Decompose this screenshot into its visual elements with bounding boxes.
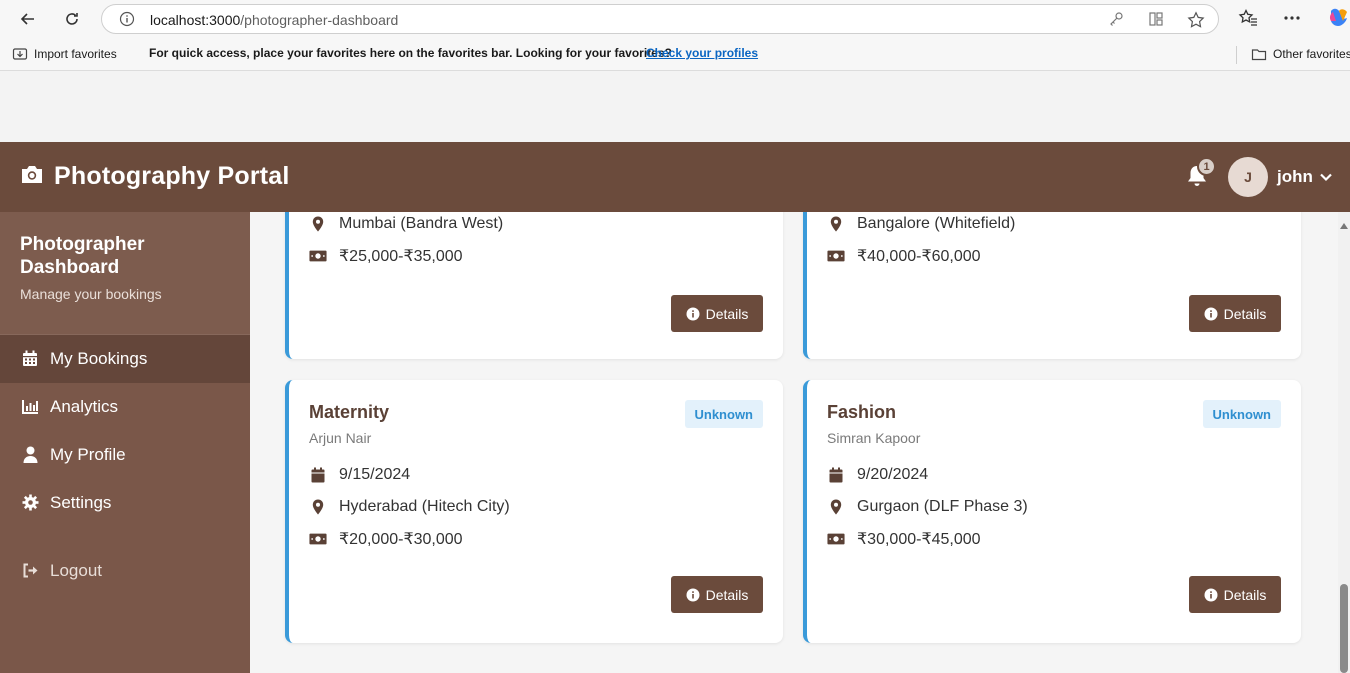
map-marker-icon	[309, 215, 327, 233]
money-bill-icon	[309, 247, 327, 265]
money-bill-icon	[827, 247, 845, 265]
sidebar-item-label: My Bookings	[50, 349, 148, 368]
sidebar-item-label: Analytics	[50, 397, 119, 416]
booking-location: Mumbai (Bandra West)	[309, 214, 503, 234]
booking-card: Bangalore (Whitefield) ₹40,000-₹60,000 D…	[803, 212, 1301, 359]
check-profiles-link[interactable]: Check your profiles	[646, 46, 758, 60]
map-marker-icon	[827, 498, 845, 516]
import-favorites-label: Import favorites	[34, 47, 117, 61]
sidebar-item-my-profile[interactable]: My Profile	[0, 431, 250, 479]
info-circle-icon	[686, 588, 700, 601]
booking-date: 9/15/2024	[309, 465, 410, 485]
booking-price: ₹30,000-₹45,000	[827, 529, 981, 549]
map-marker-icon	[827, 215, 845, 233]
booking-price: ₹25,000-₹35,000	[309, 246, 463, 266]
folder-icon	[1251, 49, 1267, 61]
star-icon[interactable]	[1187, 11, 1205, 34]
main-content: Mumbai (Bandra West) ₹25,000-₹35,000 Det…	[250, 212, 1338, 673]
info-circle-icon	[1204, 588, 1218, 601]
calendar-icon	[21, 349, 39, 367]
logout-button[interactable]: Logout	[0, 547, 250, 595]
scroll-thumb[interactable]	[1340, 584, 1348, 673]
sidebar-header: Photographer Dashboard Manage your booki…	[0, 212, 250, 335]
details-button[interactable]: Details	[671, 295, 763, 332]
chevron-down-icon[interactable]	[1319, 170, 1333, 189]
money-bill-icon	[827, 530, 845, 548]
favorites-list-icon[interactable]	[1238, 8, 1258, 33]
camera-icon	[20, 163, 44, 190]
back-arrow-icon	[20, 13, 34, 25]
avatar[interactable]: J	[1228, 157, 1268, 197]
logout-icon	[21, 561, 39, 579]
booking-location: Bangalore (Whitefield)	[827, 214, 1015, 234]
status-badge: Unknown	[684, 400, 763, 428]
import-favorites-button[interactable]: Import favorites	[12, 46, 117, 62]
browser-toolbar: localhost:3000/photographer-dashboard	[0, 0, 1350, 38]
calendar-icon	[309, 466, 327, 484]
booking-client: Arjun Nair	[309, 430, 372, 446]
refresh-button[interactable]	[58, 5, 86, 33]
logout-label: Logout	[50, 561, 102, 580]
other-favorites-label: Other favorites	[1273, 47, 1350, 61]
booking-price: ₹20,000-₹30,000	[309, 529, 463, 549]
import-icon	[12, 48, 28, 60]
booking-card: Fashion Simran Kapoor Unknown 9/20/2024 …	[803, 380, 1301, 643]
app-title: Photography Portal	[54, 162, 290, 190]
booking-price: ₹40,000-₹60,000	[827, 246, 981, 266]
sidebar-item-my-bookings[interactable]: My Bookings	[0, 335, 250, 383]
booking-client: Simran Kapoor	[827, 430, 921, 446]
scroll-up-arrow-icon[interactable]	[1340, 216, 1348, 234]
chart-bar-icon	[21, 397, 39, 415]
sidebar: Photographer Dashboard Manage your booki…	[0, 212, 250, 673]
back-button[interactable]	[14, 5, 42, 33]
key-icon[interactable]	[1108, 11, 1124, 32]
notification-badge: 1	[1197, 157, 1216, 176]
user-icon	[21, 445, 39, 463]
booking-card: Mumbai (Bandra West) ₹25,000-₹35,000 Det…	[285, 212, 783, 359]
scrollbar[interactable]	[1338, 212, 1350, 673]
apps-icon[interactable]	[1148, 11, 1164, 32]
gear-icon	[21, 493, 39, 511]
brand[interactable]: Photography Portal	[20, 162, 290, 191]
details-button[interactable]: Details	[1189, 576, 1281, 613]
sidebar-item-label: Settings	[50, 493, 112, 512]
booking-title: Maternity	[309, 402, 390, 422]
booking-location: Hyderabad (Hitech City)	[309, 497, 510, 517]
other-favorites-button[interactable]: Other favorites	[1251, 46, 1350, 62]
details-button[interactable]: Details	[1189, 295, 1281, 332]
sidebar-subtitle: Manage your bookings	[20, 286, 162, 302]
booking-location: Gurgaon (DLF Phase 3)	[827, 497, 1028, 517]
favorites-bar: Import favorites For quick access, place…	[0, 38, 1350, 71]
sidebar-item-analytics[interactable]: Analytics	[0, 383, 250, 431]
info-circle-icon	[1204, 307, 1218, 320]
app-header: Photography Portal J john	[0, 142, 1350, 212]
booking-date: 9/20/2024	[827, 465, 928, 485]
copilot-icon[interactable]	[1327, 7, 1350, 34]
page-background	[0, 72, 1350, 142]
booking-title: Fashion	[827, 402, 897, 422]
booking-card: Maternity Arjun Nair Unknown 9/15/2024 H…	[285, 380, 783, 643]
favorites-divider	[1236, 46, 1237, 64]
sidebar-item-label: My Profile	[50, 445, 126, 464]
username[interactable]: john	[1277, 167, 1313, 187]
map-marker-icon	[309, 498, 327, 516]
status-badge: Unknown	[1202, 400, 1281, 428]
favorites-message: For quick access, place your favorites h…	[149, 46, 672, 60]
url-text: localhost:3000/photographer-dashboard	[150, 12, 399, 28]
address-bar[interactable]: localhost:3000/photographer-dashboard	[101, 4, 1219, 34]
info-circle-icon	[686, 307, 700, 320]
details-button[interactable]: Details	[671, 576, 763, 613]
sidebar-title: Photographer Dashboard	[20, 234, 145, 278]
site-info-icon[interactable]	[119, 11, 135, 32]
more-menu-icon[interactable]	[1283, 8, 1301, 33]
calendar-icon	[827, 466, 845, 484]
money-bill-icon	[309, 530, 327, 548]
refresh-icon	[66, 13, 78, 25]
sidebar-item-settings[interactable]: Settings	[0, 479, 250, 527]
